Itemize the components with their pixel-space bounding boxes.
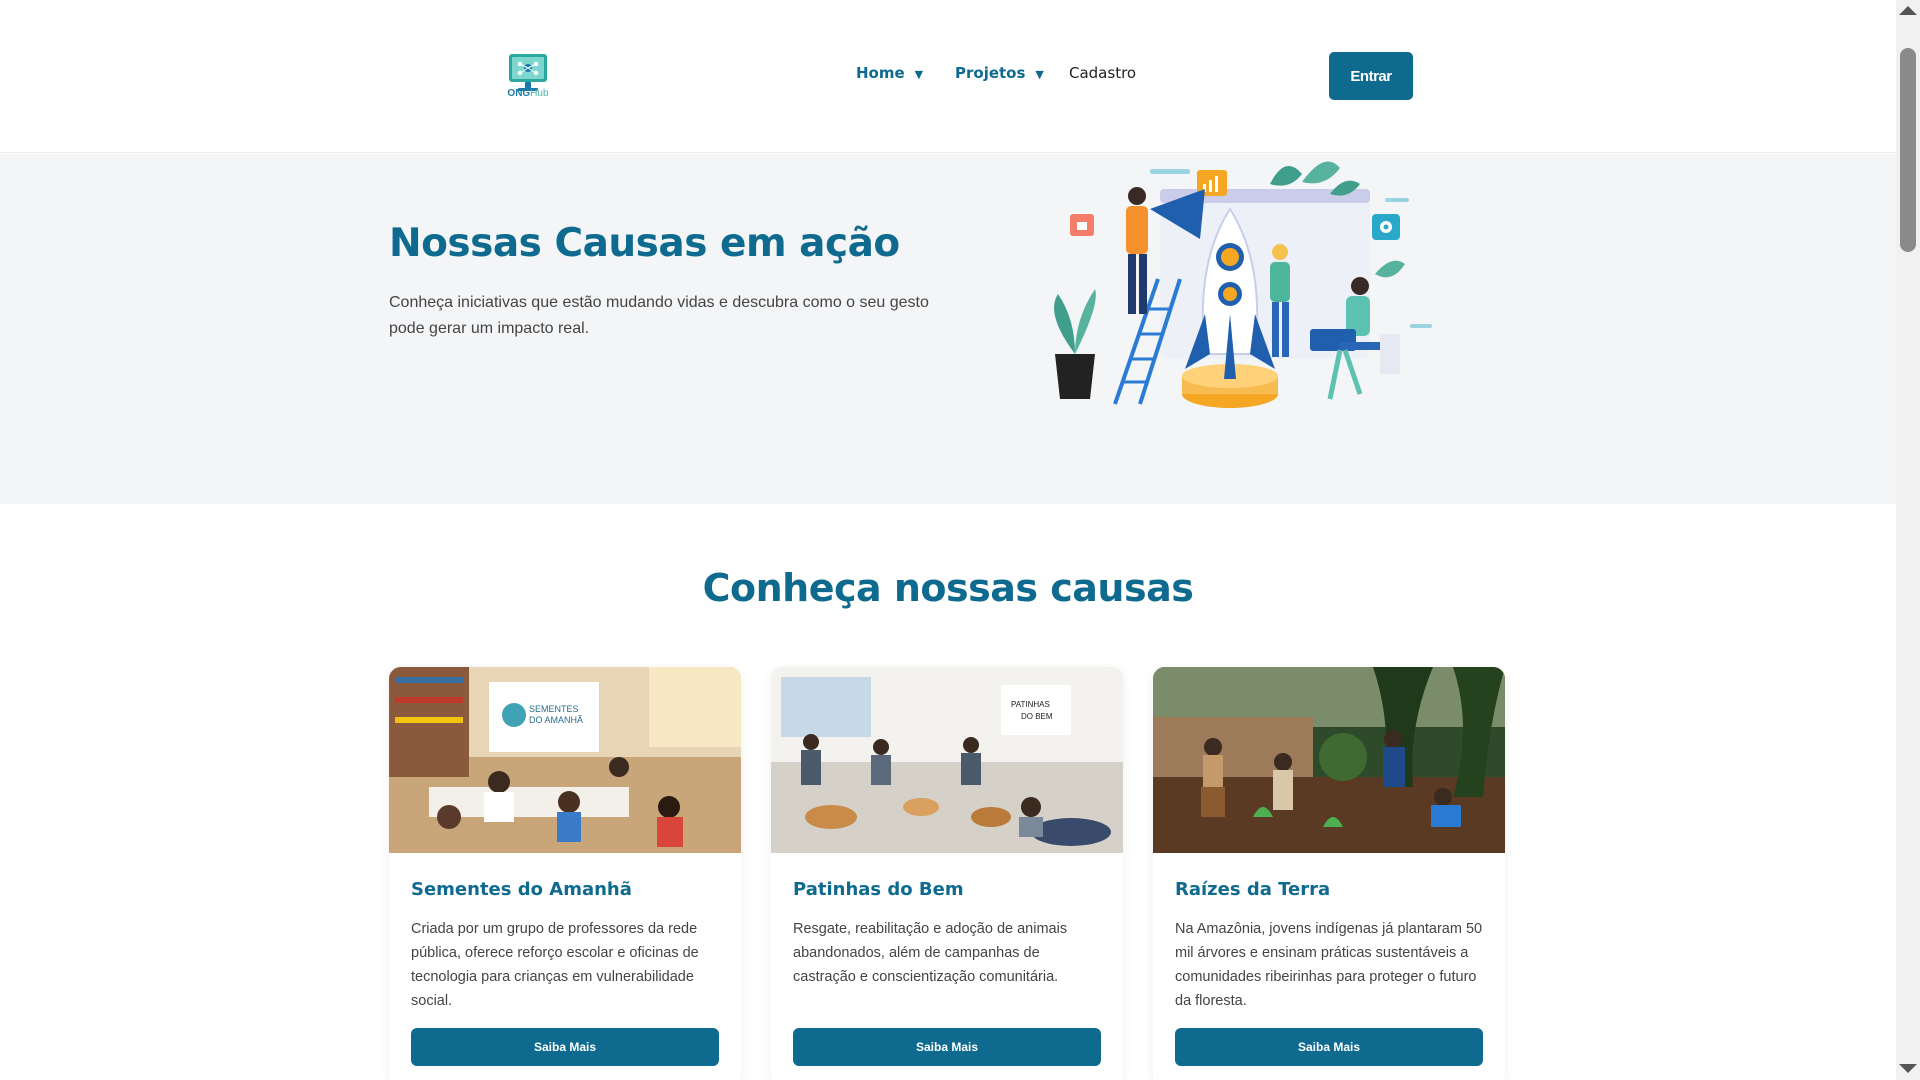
- cause-card: Raízes da Terra Na Amazônia, jovens indí…: [1153, 667, 1505, 1080]
- nav-projetos-label: Projetos: [955, 64, 1026, 82]
- hero-illustration: [1040, 154, 1440, 434]
- card-image-animal-shelter: PATINHAS DO BEM: [771, 667, 1123, 853]
- saiba-mais-button[interactable]: Saiba Mais: [1175, 1028, 1483, 1066]
- nav-home[interactable]: Home ▼: [856, 64, 923, 82]
- card-title: Sementes do Amanhã: [411, 879, 632, 900]
- card-description: Resgate, reabilitação e adoção de animai…: [793, 921, 1068, 985]
- scrollbar-thumb[interactable]: [1900, 48, 1916, 252]
- nav-home-label: Home: [856, 64, 905, 82]
- scroll-up-arrow-icon[interactable]: [1899, 6, 1917, 15]
- svg-text:DO AMANHÃ: DO AMANHÃ: [529, 715, 583, 725]
- scroll-down-arrow-icon[interactable]: [1899, 1064, 1917, 1073]
- banner-text: SEMENTES: [529, 704, 579, 714]
- hero-title: Nossas Causas em ação: [389, 221, 900, 266]
- nav-projetos[interactable]: Projetos ▼: [955, 64, 1044, 82]
- card-title: Raízes da Terra: [1175, 879, 1331, 900]
- hero-section: Nossas Causas em ação Conheça iniciativa…: [0, 154, 1896, 504]
- saiba-mais-button[interactable]: Saiba Mais: [793, 1028, 1101, 1066]
- entrar-button[interactable]: Entrar: [1329, 52, 1413, 100]
- section-title: Conheça nossas causas: [702, 566, 1194, 610]
- card-image-classroom: SEMENTES DO AMANHÃ: [389, 667, 741, 853]
- chevron-down-icon: ▼: [914, 68, 924, 81]
- svg-text:PATINHAS: PATINHAS: [1011, 700, 1050, 709]
- logo-text: ONGHub: [507, 88, 549, 99]
- svg-text:DO BEM: DO BEM: [1021, 712, 1053, 721]
- nav-cadastro[interactable]: Cadastro: [1069, 64, 1136, 82]
- cause-card: SEMENTES DO AMANHÃ Sementes do Amanhã Cr…: [389, 667, 741, 1080]
- cause-card: PATINHAS DO BEM Patinhas do Bem Resgate,…: [771, 667, 1123, 1080]
- saiba-mais-button[interactable]: Saiba Mais: [411, 1028, 719, 1066]
- card-image-reforestation: [1153, 667, 1505, 853]
- card-description: Criada por um grupo de professores da re…: [411, 921, 699, 1009]
- card-title: Patinhas do Bem: [793, 879, 964, 900]
- chevron-down-icon: ▼: [1035, 68, 1044, 81]
- card-description: Na Amazônia, jovens indígenas já plantar…: [1175, 921, 1483, 1009]
- hero-description: Conheça iniciativas que estão mudando vi…: [389, 294, 929, 337]
- site-header: ONGHub Home ▼ Projetos ▼ Cadastro Entrar: [0, 0, 1896, 153]
